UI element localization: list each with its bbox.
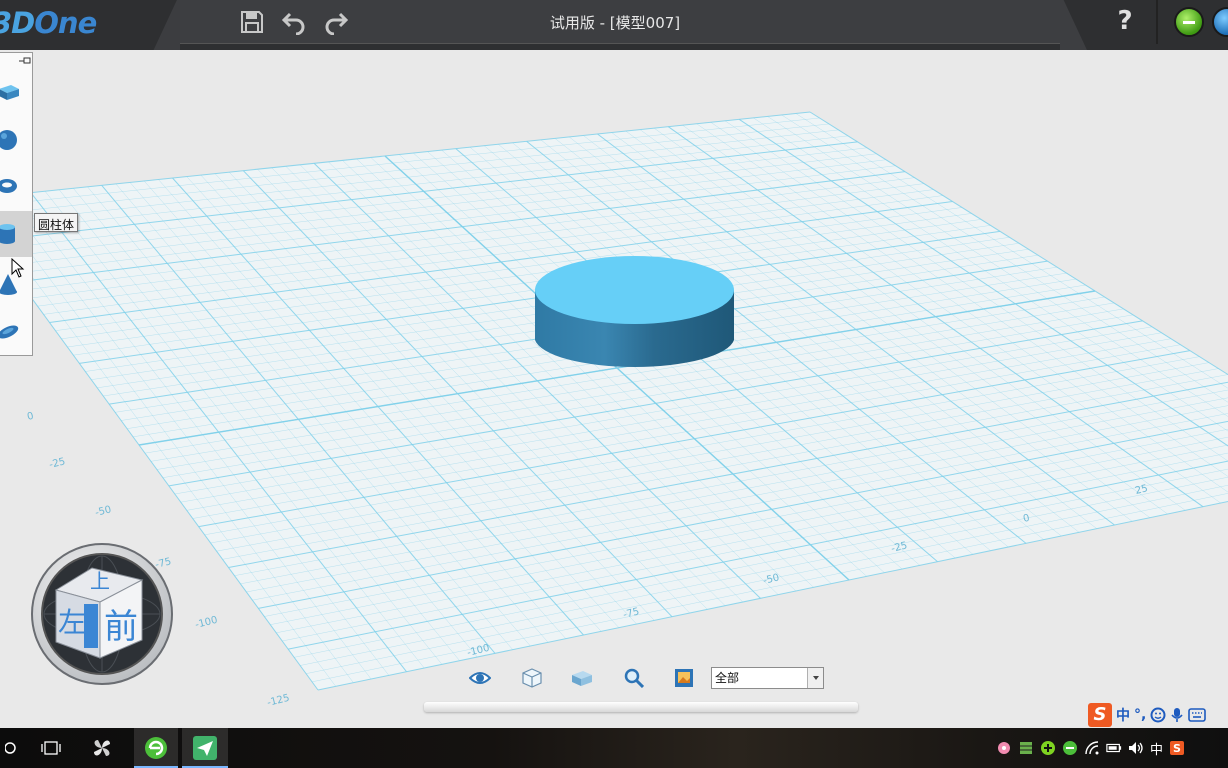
- pinwheel-icon: [94, 740, 110, 756]
- tooltip: 圆柱体: [34, 213, 79, 232]
- redo-button[interactable]: [322, 8, 350, 36]
- axis-label: -125: [266, 693, 291, 709]
- task-view-button[interactable]: [32, 728, 70, 768]
- zoom-icon: [624, 668, 644, 688]
- browser-icon: [145, 737, 167, 759]
- keyboard-icon[interactable]: [1188, 708, 1207, 722]
- torus-icon: [0, 179, 17, 193]
- navcube-top-label[interactable]: 上: [90, 569, 110, 593]
- axis-label: 0: [26, 411, 35, 423]
- undo-icon: [281, 12, 305, 35]
- palette-item-ellipsoid[interactable]: [0, 309, 32, 355]
- box-icon: [0, 85, 19, 100]
- display-filter-select[interactable]: 全部: [711, 667, 824, 689]
- grid-canvas: 0 -25 -50 -75 -100 -125 -100 -75 -50 -25…: [0, 111, 1228, 709]
- wireframe-view-button[interactable]: [520, 666, 544, 690]
- shaded-view-button[interactable]: [570, 666, 594, 690]
- ellipsoid-icon: [0, 325, 19, 339]
- minimize-button[interactable]: [1174, 7, 1204, 37]
- visibility-button[interactable]: [468, 666, 492, 690]
- palette-item-sphere[interactable]: [0, 117, 32, 163]
- sogou-tray-icon[interactable]: S: [1169, 740, 1185, 756]
- app-logo: 3DOne: [0, 6, 97, 40]
- toolbar-shelf: [424, 702, 858, 712]
- 3done-app-icon: [193, 736, 217, 760]
- view-toolbar: 全部: [424, 660, 858, 714]
- task-view-icon: [41, 741, 61, 755]
- sogou-logo-icon[interactable]: S: [1088, 703, 1112, 727]
- palette-item-box[interactable]: [0, 69, 32, 115]
- navcube-graphic: 上 左 前: [31, 543, 173, 685]
- input-language-indicator[interactable]: 中: [1150, 739, 1163, 758]
- view-navigation-cube[interactable]: 上 左 前: [30, 542, 174, 686]
- ime-toolbar: S 中 °,: [1088, 702, 1228, 728]
- navcube-front-label[interactable]: 前: [104, 607, 138, 647]
- taskbar: 中 S: [0, 728, 1228, 768]
- search-icon: [5, 742, 16, 754]
- save-button[interactable]: [238, 8, 266, 36]
- cylinder-model[interactable]: [535, 256, 734, 368]
- shaded-icon: [572, 671, 592, 686]
- emoji-icon[interactable]: [1150, 707, 1166, 723]
- help-button[interactable]: ?: [1112, 6, 1138, 38]
- title-bar: 3DOne 试用版 - [模型007] ?: [0, 0, 1228, 50]
- axis-label: -100: [194, 615, 219, 631]
- search-button[interactable]: [0, 728, 24, 768]
- render-view-button[interactable]: [672, 666, 696, 690]
- 3d-viewport[interactable]: 0 -25 -50 -75 -100 -125 -100 -75 -50 -25…: [0, 50, 1228, 728]
- axis-label: -25: [48, 456, 67, 471]
- battery-icon[interactable]: [1106, 740, 1122, 756]
- wifi-icon[interactable]: [1084, 740, 1100, 756]
- eye-icon: [469, 672, 491, 684]
- grid-plane: [0, 111, 1228, 691]
- title-bar-decoration: [150, 0, 180, 50]
- undo-button[interactable]: [280, 8, 308, 36]
- svg-text:S: S: [1173, 742, 1181, 755]
- browser-tray-icon[interactable]: [1062, 740, 1078, 756]
- cursor-icon: [11, 258, 25, 278]
- primitive-palette: [0, 52, 33, 356]
- axis-label: -50: [94, 504, 113, 519]
- grid-app-icon[interactable]: [1018, 740, 1034, 756]
- divider: [1156, 0, 1158, 44]
- system-tray: 中 S: [996, 728, 1185, 768]
- taskbar-app-pinwheel[interactable]: [82, 728, 122, 768]
- add-icon[interactable]: [1040, 740, 1056, 756]
- render-icon: [675, 669, 693, 687]
- microphone-icon[interactable]: [1170, 707, 1184, 723]
- ime-punctuation-toggle[interactable]: °,: [1134, 707, 1146, 723]
- palette-item-cylinder[interactable]: [0, 211, 32, 257]
- zoom-button[interactable]: [622, 666, 646, 690]
- title-bar-decoration: [1060, 0, 1090, 50]
- pin-icon[interactable]: [19, 56, 31, 66]
- wireframe-icon: [522, 668, 542, 688]
- window-title: 试用版 - [模型007]: [549, 14, 681, 32]
- volume-icon[interactable]: [1128, 740, 1144, 756]
- display-filter-value: 全部: [715, 671, 740, 685]
- sphere-icon: [0, 130, 17, 150]
- cylinder-icon: [0, 224, 15, 244]
- flower-icon[interactable]: [996, 740, 1012, 756]
- navcube-left-label[interactable]: 左: [58, 606, 86, 639]
- ime-mode-toggle[interactable]: 中: [1116, 705, 1130, 725]
- chevron-down-icon[interactable]: [807, 668, 823, 688]
- window-control-button[interactable]: [1212, 7, 1228, 37]
- save-icon: [241, 11, 263, 33]
- taskbar-app-browser[interactable]: [134, 728, 178, 768]
- taskbar-app-3done[interactable]: [182, 728, 228, 768]
- redo-icon: [325, 12, 349, 35]
- palette-item-torus[interactable]: [0, 163, 32, 209]
